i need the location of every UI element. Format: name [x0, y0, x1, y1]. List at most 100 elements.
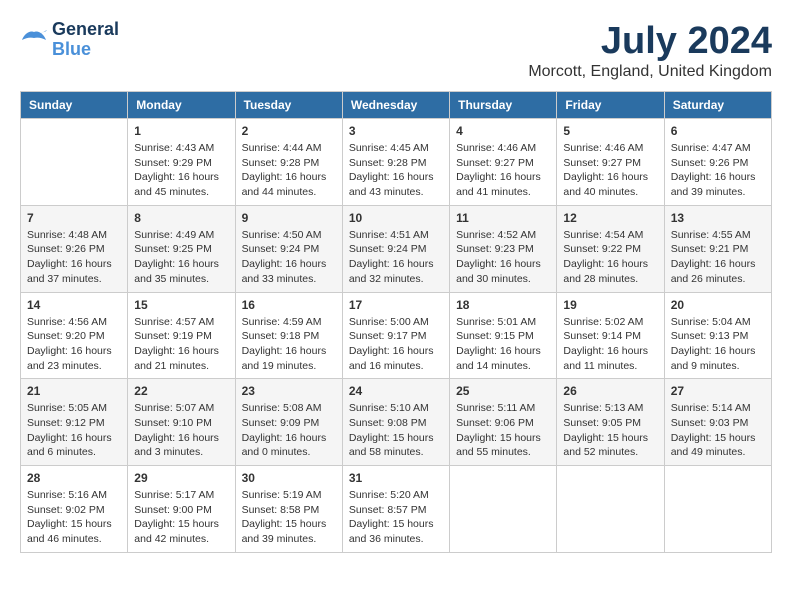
sunset-text: Sunset: 9:03 PM — [671, 416, 765, 431]
cell-content: Sunrise: 5:17 AM Sunset: 9:00 PM Dayligh… — [134, 488, 228, 547]
logo-line1: General — [52, 20, 119, 40]
cell-content: Sunrise: 5:07 AM Sunset: 9:10 PM Dayligh… — [134, 401, 228, 460]
cell-content: Sunrise: 5:01 AM Sunset: 9:15 PM Dayligh… — [456, 315, 550, 374]
cell-content: Sunrise: 5:02 AM Sunset: 9:14 PM Dayligh… — [563, 315, 657, 374]
cell-content: Sunrise: 4:50 AM Sunset: 9:24 PM Dayligh… — [242, 228, 336, 287]
daylight-text: Daylight: 16 hours and 37 minutes. — [27, 257, 121, 286]
calendar-cell: 8 Sunrise: 4:49 AM Sunset: 9:25 PM Dayli… — [128, 205, 235, 292]
sunset-text: Sunset: 9:18 PM — [242, 329, 336, 344]
day-number: 17 — [349, 298, 443, 312]
day-number: 22 — [134, 384, 228, 398]
day-number: 4 — [456, 124, 550, 138]
sunrise-text: Sunrise: 5:02 AM — [563, 315, 657, 330]
sunrise-text: Sunrise: 5:16 AM — [27, 488, 121, 503]
weekday-header-monday: Monday — [128, 92, 235, 119]
sunrise-text: Sunrise: 5:14 AM — [671, 401, 765, 416]
logo-bird-icon — [20, 28, 48, 52]
sunset-text: Sunset: 9:27 PM — [563, 156, 657, 171]
calendar-cell: 12 Sunrise: 4:54 AM Sunset: 9:22 PM Dayl… — [557, 205, 664, 292]
cell-content: Sunrise: 5:10 AM Sunset: 9:08 PM Dayligh… — [349, 401, 443, 460]
daylight-text: Daylight: 16 hours and 23 minutes. — [27, 344, 121, 373]
sunrise-text: Sunrise: 5:04 AM — [671, 315, 765, 330]
daylight-text: Daylight: 16 hours and 30 minutes. — [456, 257, 550, 286]
sunrise-text: Sunrise: 5:10 AM — [349, 401, 443, 416]
day-number: 15 — [134, 298, 228, 312]
weekday-header-thursday: Thursday — [450, 92, 557, 119]
sunrise-text: Sunrise: 5:17 AM — [134, 488, 228, 503]
day-number: 20 — [671, 298, 765, 312]
title-block: July 2024 Morcott, England, United Kingd… — [528, 20, 772, 81]
day-number: 31 — [349, 471, 443, 485]
cell-content: Sunrise: 4:57 AM Sunset: 9:19 PM Dayligh… — [134, 315, 228, 374]
cell-content: Sunrise: 5:20 AM Sunset: 8:57 PM Dayligh… — [349, 488, 443, 547]
daylight-text: Daylight: 16 hours and 6 minutes. — [27, 431, 121, 460]
page-header: General Blue July 2024 Morcott, England,… — [20, 20, 772, 81]
daylight-text: Daylight: 16 hours and 14 minutes. — [456, 344, 550, 373]
sunset-text: Sunset: 9:26 PM — [27, 242, 121, 257]
cell-content: Sunrise: 4:59 AM Sunset: 9:18 PM Dayligh… — [242, 315, 336, 374]
daylight-text: Daylight: 16 hours and 28 minutes. — [563, 257, 657, 286]
cell-content: Sunrise: 5:11 AM Sunset: 9:06 PM Dayligh… — [456, 401, 550, 460]
calendar-cell — [557, 466, 664, 553]
calendar-cell: 22 Sunrise: 5:07 AM Sunset: 9:10 PM Dayl… — [128, 379, 235, 466]
sunrise-text: Sunrise: 5:20 AM — [349, 488, 443, 503]
sunset-text: Sunset: 9:21 PM — [671, 242, 765, 257]
calendar-cell: 21 Sunrise: 5:05 AM Sunset: 9:12 PM Dayl… — [21, 379, 128, 466]
calendar-cell: 17 Sunrise: 5:00 AM Sunset: 9:17 PM Dayl… — [342, 292, 449, 379]
calendar-cell: 25 Sunrise: 5:11 AM Sunset: 9:06 PM Dayl… — [450, 379, 557, 466]
cell-content: Sunrise: 5:05 AM Sunset: 9:12 PM Dayligh… — [27, 401, 121, 460]
sunset-text: Sunset: 9:10 PM — [134, 416, 228, 431]
page-container: General Blue July 2024 Morcott, England,… — [20, 20, 772, 553]
day-number: 28 — [27, 471, 121, 485]
calendar-cell: 3 Sunrise: 4:45 AM Sunset: 9:28 PM Dayli… — [342, 119, 449, 206]
cell-content: Sunrise: 5:08 AM Sunset: 9:09 PM Dayligh… — [242, 401, 336, 460]
calendar-week-row: 28 Sunrise: 5:16 AM Sunset: 9:02 PM Dayl… — [21, 466, 772, 553]
cell-content: Sunrise: 4:48 AM Sunset: 9:26 PM Dayligh… — [27, 228, 121, 287]
sunset-text: Sunset: 9:05 PM — [563, 416, 657, 431]
sunset-text: Sunset: 9:26 PM — [671, 156, 765, 171]
sunrise-text: Sunrise: 5:13 AM — [563, 401, 657, 416]
calendar-cell: 23 Sunrise: 5:08 AM Sunset: 9:09 PM Dayl… — [235, 379, 342, 466]
cell-content: Sunrise: 5:04 AM Sunset: 9:13 PM Dayligh… — [671, 315, 765, 374]
cell-content: Sunrise: 5:13 AM Sunset: 9:05 PM Dayligh… — [563, 401, 657, 460]
calendar-cell: 19 Sunrise: 5:02 AM Sunset: 9:14 PM Dayl… — [557, 292, 664, 379]
month-title: July 2024 — [528, 20, 772, 63]
cell-content: Sunrise: 4:46 AM Sunset: 9:27 PM Dayligh… — [563, 141, 657, 200]
calendar-cell: 31 Sunrise: 5:20 AM Sunset: 8:57 PM Dayl… — [342, 466, 449, 553]
sunrise-text: Sunrise: 5:00 AM — [349, 315, 443, 330]
calendar-week-row: 1 Sunrise: 4:43 AM Sunset: 9:29 PM Dayli… — [21, 119, 772, 206]
day-number: 3 — [349, 124, 443, 138]
calendar-cell: 29 Sunrise: 5:17 AM Sunset: 9:00 PM Dayl… — [128, 466, 235, 553]
sunrise-text: Sunrise: 5:11 AM — [456, 401, 550, 416]
cell-content: Sunrise: 4:45 AM Sunset: 9:28 PM Dayligh… — [349, 141, 443, 200]
cell-content: Sunrise: 4:43 AM Sunset: 9:29 PM Dayligh… — [134, 141, 228, 200]
daylight-text: Daylight: 16 hours and 16 minutes. — [349, 344, 443, 373]
sunrise-text: Sunrise: 4:55 AM — [671, 228, 765, 243]
sunrise-text: Sunrise: 4:45 AM — [349, 141, 443, 156]
sunrise-text: Sunrise: 5:19 AM — [242, 488, 336, 503]
day-number: 21 — [27, 384, 121, 398]
day-number: 11 — [456, 211, 550, 225]
calendar-cell — [664, 466, 771, 553]
day-number: 9 — [242, 211, 336, 225]
daylight-text: Daylight: 16 hours and 45 minutes. — [134, 170, 228, 199]
daylight-text: Daylight: 16 hours and 40 minutes. — [563, 170, 657, 199]
calendar-cell: 26 Sunrise: 5:13 AM Sunset: 9:05 PM Dayl… — [557, 379, 664, 466]
sunset-text: Sunset: 9:06 PM — [456, 416, 550, 431]
sunrise-text: Sunrise: 4:51 AM — [349, 228, 443, 243]
day-number: 24 — [349, 384, 443, 398]
calendar-cell: 7 Sunrise: 4:48 AM Sunset: 9:26 PM Dayli… — [21, 205, 128, 292]
sunset-text: Sunset: 9:28 PM — [242, 156, 336, 171]
day-number: 10 — [349, 211, 443, 225]
calendar-week-row: 14 Sunrise: 4:56 AM Sunset: 9:20 PM Dayl… — [21, 292, 772, 379]
sunset-text: Sunset: 9:15 PM — [456, 329, 550, 344]
cell-content: Sunrise: 4:47 AM Sunset: 9:26 PM Dayligh… — [671, 141, 765, 200]
day-number: 30 — [242, 471, 336, 485]
calendar-cell: 18 Sunrise: 5:01 AM Sunset: 9:15 PM Dayl… — [450, 292, 557, 379]
daylight-text: Daylight: 16 hours and 19 minutes. — [242, 344, 336, 373]
sunset-text: Sunset: 9:13 PM — [671, 329, 765, 344]
daylight-text: Daylight: 15 hours and 52 minutes. — [563, 431, 657, 460]
calendar-week-row: 21 Sunrise: 5:05 AM Sunset: 9:12 PM Dayl… — [21, 379, 772, 466]
sunrise-text: Sunrise: 4:48 AM — [27, 228, 121, 243]
day-number: 5 — [563, 124, 657, 138]
